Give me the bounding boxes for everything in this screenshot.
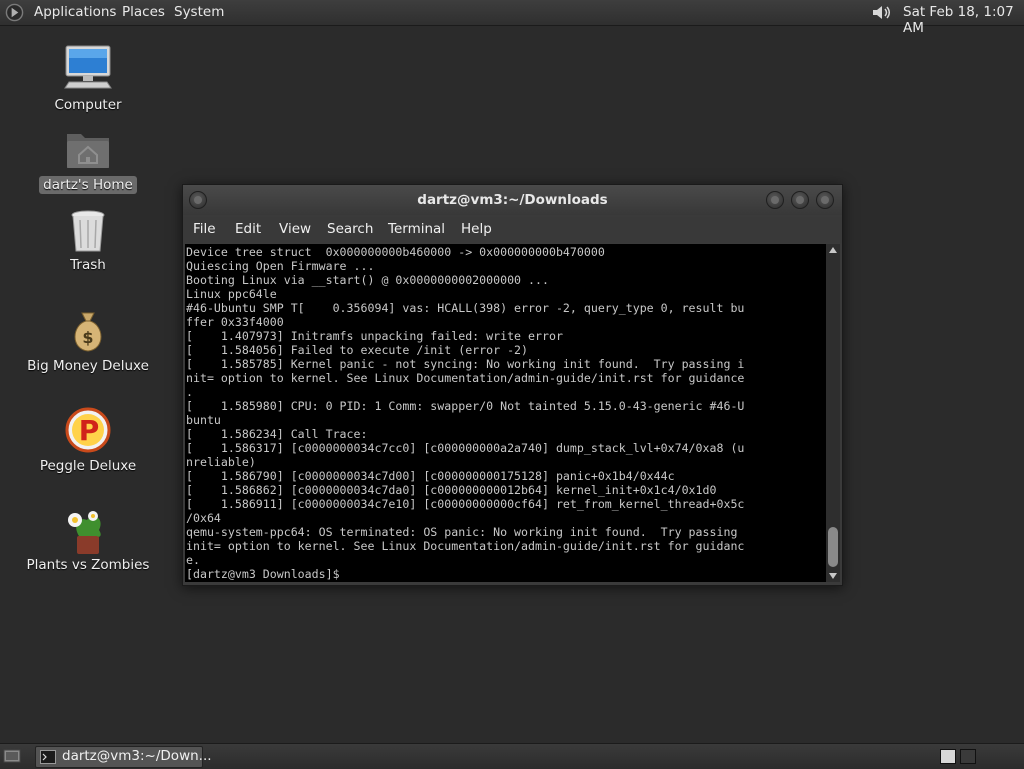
terminal-output[interactable]: Device tree struct 0x000000000b460000 ->… xyxy=(185,244,826,582)
terminal-window: dartz@vm3:~/Downloads File Edit View Sea… xyxy=(182,184,843,586)
desktop-icon-label: Peggle Deluxe xyxy=(39,458,137,474)
peggle-icon: P xyxy=(65,407,111,453)
menu-file[interactable]: File xyxy=(193,221,216,237)
home-folder-icon xyxy=(67,134,109,168)
menu-terminal[interactable]: Terminal xyxy=(388,221,445,237)
applications-menu[interactable]: Applications xyxy=(34,4,116,20)
workspace-2[interactable] xyxy=(960,749,976,764)
desktop-icon-label: Trash xyxy=(70,257,106,273)
menu-help[interactable]: Help xyxy=(461,221,492,237)
desktop-icon-label: Computer xyxy=(54,97,122,113)
desktop-icon-label-wrap: dartz's Home xyxy=(23,176,153,194)
desktop-icon-computer[interactable]: Computer xyxy=(23,44,153,116)
workspace-1[interactable] xyxy=(940,749,956,764)
computer-icon xyxy=(64,45,112,89)
desktop-icon-big-money[interactable]: $ Big Money Deluxe xyxy=(23,309,153,377)
terminal-menubar: File Edit View Search Terminal Help xyxy=(183,217,842,243)
money-bag-icon: $ xyxy=(74,312,102,352)
scrollbar-thumb[interactable] xyxy=(828,527,838,567)
desktop-icon-plants-vs-zombies[interactable]: Plants vs Zombies xyxy=(23,506,153,576)
maximize-button[interactable] xyxy=(791,191,809,209)
terminal-text: Device tree struct 0x000000000b460000 ->… xyxy=(186,245,745,581)
volume-icon[interactable] xyxy=(870,2,894,23)
taskbar-terminal-button[interactable]: dartz@vm3:~/Down... xyxy=(35,746,212,768)
menu-search[interactable]: Search xyxy=(327,221,373,237)
show-desktop-icon[interactable] xyxy=(3,748,21,764)
minimize-button[interactable] xyxy=(766,191,784,209)
taskbar-terminal-label: dartz@vm3:~/Down... xyxy=(62,748,212,764)
menu-view[interactable]: View xyxy=(279,221,311,237)
desktop-icon-home[interactable]: dartz's Home xyxy=(23,128,153,196)
svg-text:$: $ xyxy=(82,328,93,347)
scroll-down-arrow-icon[interactable] xyxy=(829,573,837,579)
bottom-panel: dartz@vm3:~/Down... xyxy=(0,743,1024,769)
clock[interactable]: Sat Feb 18, 1:07 AM xyxy=(903,4,1024,36)
close-button[interactable] xyxy=(816,191,834,209)
close-icon xyxy=(821,196,829,204)
window-title: dartz@vm3:~/Downloads xyxy=(417,192,608,208)
distro-logo-icon[interactable] xyxy=(5,3,24,22)
scrollbar[interactable] xyxy=(826,244,840,582)
desktop-icon-label: dartz's Home xyxy=(39,176,137,194)
svg-text:P: P xyxy=(79,414,100,447)
places-menu[interactable]: Places xyxy=(122,4,165,20)
menu-edit[interactable]: Edit xyxy=(235,221,261,237)
trash-icon xyxy=(71,210,105,252)
terminal-icon xyxy=(40,750,56,764)
window-titlebar[interactable]: dartz@vm3:~/Downloads xyxy=(183,185,842,215)
scroll-up-arrow-icon[interactable] xyxy=(829,247,837,253)
top-panel: Applications Places System Sat Feb 18, 1… xyxy=(0,0,1024,36)
desktop-icon-trash[interactable]: Trash xyxy=(23,208,153,276)
system-menu[interactable]: System xyxy=(174,4,224,20)
desktop-icon-label: Plants vs Zombies xyxy=(26,557,150,573)
plants-vs-zombies-icon xyxy=(68,511,101,554)
minimize-icon xyxy=(771,196,779,204)
desktop-icon-label: Big Money Deluxe xyxy=(27,358,149,374)
desktop-icon-peggle[interactable]: P Peggle Deluxe xyxy=(23,407,153,477)
maximize-icon xyxy=(796,196,804,204)
